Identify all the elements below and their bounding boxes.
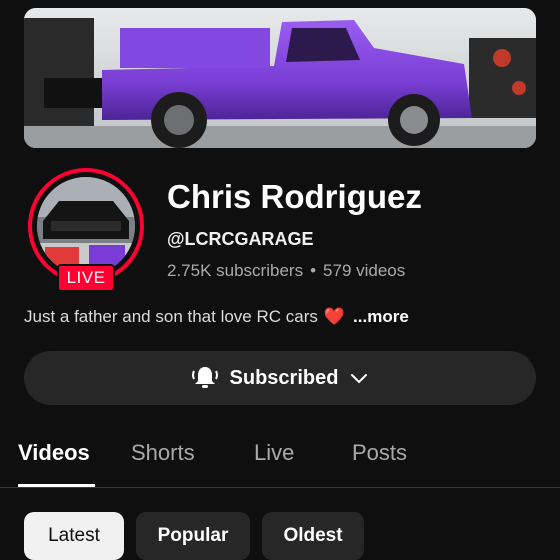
filter-chip-latest[interactable]: Latest — [24, 512, 124, 560]
channel-name: Chris Rodriguez — [167, 178, 422, 215]
subscribed-label: Subscribed — [229, 366, 339, 389]
subscribed-button[interactable]: Subscribed — [24, 351, 536, 405]
channel-tabs: Videos Shorts Live Posts — [0, 430, 560, 488]
chevron-down-icon — [351, 374, 368, 384]
channel-handle: @LCRCGARAGE — [167, 229, 314, 249]
tabs-divider — [0, 487, 560, 488]
more-link[interactable]: ...more — [353, 307, 409, 326]
heart-emoji-icon: ❤️ — [323, 307, 346, 326]
avatar-image — [37, 177, 135, 275]
filter-chip-oldest[interactable]: Oldest — [262, 512, 364, 560]
tab-live[interactable]: Live — [254, 440, 294, 466]
live-badge: LIVE — [57, 264, 115, 292]
channel-description[interactable]: Just a father and son that love RC cars ❤… — [24, 307, 409, 327]
subscriber-count: 2.75K subscribers — [167, 261, 304, 280]
channel-banner — [24, 8, 536, 148]
filter-chip-popular[interactable]: Popular — [136, 512, 250, 560]
bell-ringing-icon — [191, 367, 218, 388]
description-text: Just a father and son that love RC cars — [24, 307, 318, 326]
channel-stats: 2.75K subscribers • 579 videos — [167, 261, 405, 281]
video-count: 579 videos — [323, 261, 406, 280]
stats-separator: • — [310, 261, 317, 280]
tab-videos[interactable]: Videos — [18, 440, 90, 466]
rc-truck-banner-image — [24, 8, 536, 148]
tab-shorts[interactable]: Shorts — [131, 440, 195, 466]
tab-posts[interactable]: Posts — [352, 440, 407, 466]
